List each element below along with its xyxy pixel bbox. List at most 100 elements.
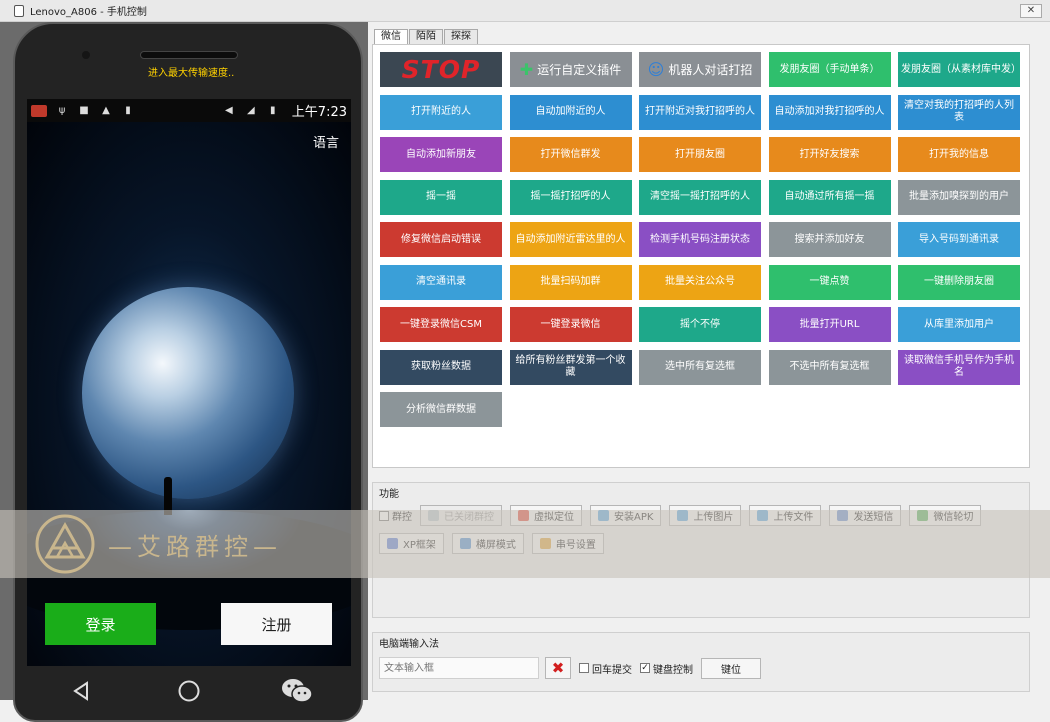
action-tile-label: 一键登录微信CSM bbox=[400, 318, 482, 330]
wechat-nav-icon[interactable] bbox=[280, 676, 314, 706]
key-position-button[interactable]: 键位 bbox=[701, 657, 761, 679]
register-button[interactable]: 注册 bbox=[221, 603, 332, 645]
action-tile-label: 分析微信群数据 bbox=[406, 403, 476, 415]
status-clock: 上午7:23 bbox=[291, 105, 347, 120]
action-tile-label: 打开附近的人 bbox=[411, 106, 471, 117]
puzzle-icon: ✚ bbox=[519, 59, 534, 79]
wechat-splash-wallpaper: 语言 bbox=[27, 122, 351, 666]
action-tile-36[interactable]: 给所有粉丝群发第一个收藏 bbox=[509, 349, 632, 385]
action-tile-label: 批量添加嗅探到的用户 bbox=[909, 191, 1009, 202]
text-input[interactable] bbox=[379, 657, 539, 679]
action-tile-24[interactable]: 导入号码到通讯录 bbox=[898, 222, 1020, 257]
action-tile-18[interactable]: 自动通过所有摇一摇 bbox=[768, 179, 891, 215]
action-tile-label: 不选中所有复选框 bbox=[789, 361, 870, 372]
action-tile-29[interactable]: 一键删除朋友圈 bbox=[898, 264, 1020, 300]
input-method-group: 电脑端输入法 ✖ 回车提交 ✓键盘控制 键位 bbox=[372, 632, 1030, 692]
action-tile-13[interactable]: 打开好友搜索 bbox=[768, 137, 891, 172]
action-tile-23[interactable]: 搜索并添加好友 bbox=[768, 222, 891, 257]
action-tile-38[interactable]: 不选中所有复选框 bbox=[768, 349, 891, 385]
action-tile-label: 修复微信启动错误 bbox=[401, 233, 481, 245]
keyboard-control-label: 键盘控制 bbox=[653, 664, 693, 676]
app-tabs: 微信 陌陌 探探 bbox=[374, 29, 479, 44]
phone-app-icon bbox=[14, 4, 24, 17]
action-tile-label: STOP bbox=[401, 54, 481, 84]
phone-screen[interactable]: ψ ■ ▲ ▮ ◀ ◢ ▮ 上午7:23 语言 登录 注册 bbox=[27, 99, 351, 666]
action-tile-40[interactable]: 分析微信群数据 bbox=[380, 392, 502, 427]
lock-icon: ■ bbox=[79, 104, 89, 116]
action-tile-label: 选中所有复选框 bbox=[665, 361, 735, 372]
tab-1[interactable]: 陌陌 bbox=[409, 29, 443, 44]
action-tile-label: 自动添加附近雷达里的人 bbox=[515, 233, 626, 245]
action-tile-label: 搜索并添加好友 bbox=[794, 233, 865, 245]
action-tile-26[interactable]: 批量扫码加群 bbox=[509, 264, 632, 300]
action-tile-17[interactable]: 清空摇一摇打招呼的人 bbox=[639, 179, 761, 215]
action-tile-22[interactable]: 检测手机号码注册状态 bbox=[639, 222, 761, 257]
action-tile-label: 清空摇一摇打招呼的人 bbox=[650, 191, 750, 202]
action-tile-19[interactable]: 批量添加嗅探到的用户 bbox=[898, 179, 1020, 215]
action-tile-34[interactable]: 从库里添加用户 bbox=[898, 307, 1020, 342]
action-tile-5[interactable]: 打开附近的人 bbox=[380, 94, 502, 130]
action-tile-3[interactable]: 发朋友圈（手动单条） bbox=[768, 52, 891, 87]
action-tile-35[interactable]: 获取粉丝数据 bbox=[380, 349, 502, 385]
action-tile-15[interactable]: 摇一摇 bbox=[380, 179, 502, 215]
back-nav-icon[interactable] bbox=[64, 676, 98, 706]
action-tile-label: 给所有粉丝群发第一个收藏 bbox=[515, 355, 626, 378]
action-tile-31[interactable]: 一键登录微信 bbox=[509, 307, 632, 342]
action-tile-8[interactable]: 自动添加对我打招呼的人 bbox=[768, 94, 891, 130]
action-tile-28[interactable]: 一键点赞 bbox=[768, 264, 891, 300]
action-tile-4[interactable]: 发朋友圈（从素材库中发） bbox=[898, 52, 1021, 87]
home-nav-icon[interactable] bbox=[172, 676, 206, 706]
window-titlebar: Lenovo_A806 - 手机控制 ✕ bbox=[0, 0, 1050, 22]
action-tile-1[interactable]: ✚ 运行自定义插件 bbox=[509, 52, 632, 87]
action-tile-7[interactable]: 打开附近对我打招呼的人 bbox=[639, 94, 761, 130]
input-method-title: 电脑端输入法 bbox=[379, 639, 439, 650]
login-button[interactable]: 登录 bbox=[45, 603, 156, 645]
action-tile-label: 打开微信群发 bbox=[540, 148, 601, 160]
warning-icon: ▲ bbox=[102, 104, 110, 116]
tab-0[interactable]: 微信 bbox=[374, 29, 408, 44]
action-tile-2[interactable]: ☺ 机器人对话打招 bbox=[639, 52, 761, 87]
action-tile-25[interactable]: 清空通讯录 bbox=[380, 264, 502, 300]
action-tile-label: 批量关注公众号 bbox=[665, 276, 735, 287]
keyboard-control-box[interactable]: ✓ bbox=[640, 663, 650, 673]
action-tile-39[interactable]: 读取微信手机号作为手机名 bbox=[898, 349, 1020, 385]
action-tile-30[interactable]: 一键登录微信CSM bbox=[380, 307, 502, 342]
window-title: Lenovo_A806 - 手机控制 bbox=[30, 7, 147, 18]
record-icon bbox=[31, 104, 47, 117]
action-tile-14[interactable]: 打开我的信息 bbox=[898, 137, 1020, 172]
action-tile-label: 机器人对话打招 bbox=[668, 62, 753, 77]
action-tile-33[interactable]: 批量打开URL bbox=[768, 307, 891, 342]
action-tile-16[interactable]: 摇一摇打招呼的人 bbox=[509, 179, 632, 215]
action-tile-32[interactable]: 摇个不停 bbox=[639, 307, 761, 342]
action-tile-27[interactable]: 批量关注公众号 bbox=[639, 264, 761, 300]
action-tile-10[interactable]: 自动添加新朋友 bbox=[380, 137, 502, 172]
action-tile-label: 批量打开URL bbox=[799, 318, 860, 330]
action-tile-0[interactable]: STOP bbox=[380, 52, 502, 87]
action-tile-11[interactable]: 打开微信群发 bbox=[509, 137, 632, 172]
enter-submit-checkbox[interactable]: 回车提交 bbox=[579, 661, 632, 676]
action-tile-21[interactable]: 自动添加附近雷达里的人 bbox=[509, 222, 632, 257]
action-tile-label: 自动通过所有摇一摇 bbox=[784, 191, 875, 202]
action-tile-label: 发朋友圈（手动单条） bbox=[779, 63, 880, 75]
keyboard-control-checkbox[interactable]: ✓ 键盘控制 bbox=[640, 661, 693, 676]
enter-submit-label: 回车提交 bbox=[592, 664, 632, 676]
action-tile-label: 摇一摇打招呼的人 bbox=[530, 191, 611, 202]
action-tile-12[interactable]: 打开朋友圈 bbox=[639, 137, 761, 172]
action-tile-label: 打开好友搜索 bbox=[799, 148, 860, 160]
wechat-tab-panel: STOP ✚ 运行自定义插件 ☺ 机器人对话打招 发朋友圈（手动单条） 发朋友圈（从素材库中… bbox=[372, 44, 1030, 468]
clear-text-button[interactable]: ✖ bbox=[545, 657, 571, 679]
action-tile-9[interactable]: 清空对我的打招呼的人列表 bbox=[898, 94, 1020, 130]
close-button[interactable]: ✕ bbox=[1020, 4, 1042, 18]
action-tile-37[interactable]: 选中所有复选框 bbox=[639, 349, 761, 385]
input-method-row: ✖ 回车提交 ✓键盘控制 键位 bbox=[379, 657, 769, 679]
enter-submit-box[interactable] bbox=[579, 663, 589, 673]
tab-2[interactable]: 探探 bbox=[444, 29, 478, 44]
action-tile-20[interactable]: 修复微信启动错误 bbox=[380, 222, 502, 257]
language-link[interactable]: 语言 bbox=[313, 132, 339, 151]
action-tile-label: 打开朋友圈 bbox=[675, 148, 725, 160]
action-tile-label: 打开我的信息 bbox=[929, 148, 989, 160]
action-tile-label: 发朋友圈（从素材库中发） bbox=[901, 63, 1021, 75]
watermark-text: —艾路群控— bbox=[108, 533, 282, 561]
action-tile-label: 清空对我的打招呼的人列表 bbox=[904, 100, 1014, 123]
action-tile-6[interactable]: 自动加附近的人 bbox=[509, 94, 632, 130]
